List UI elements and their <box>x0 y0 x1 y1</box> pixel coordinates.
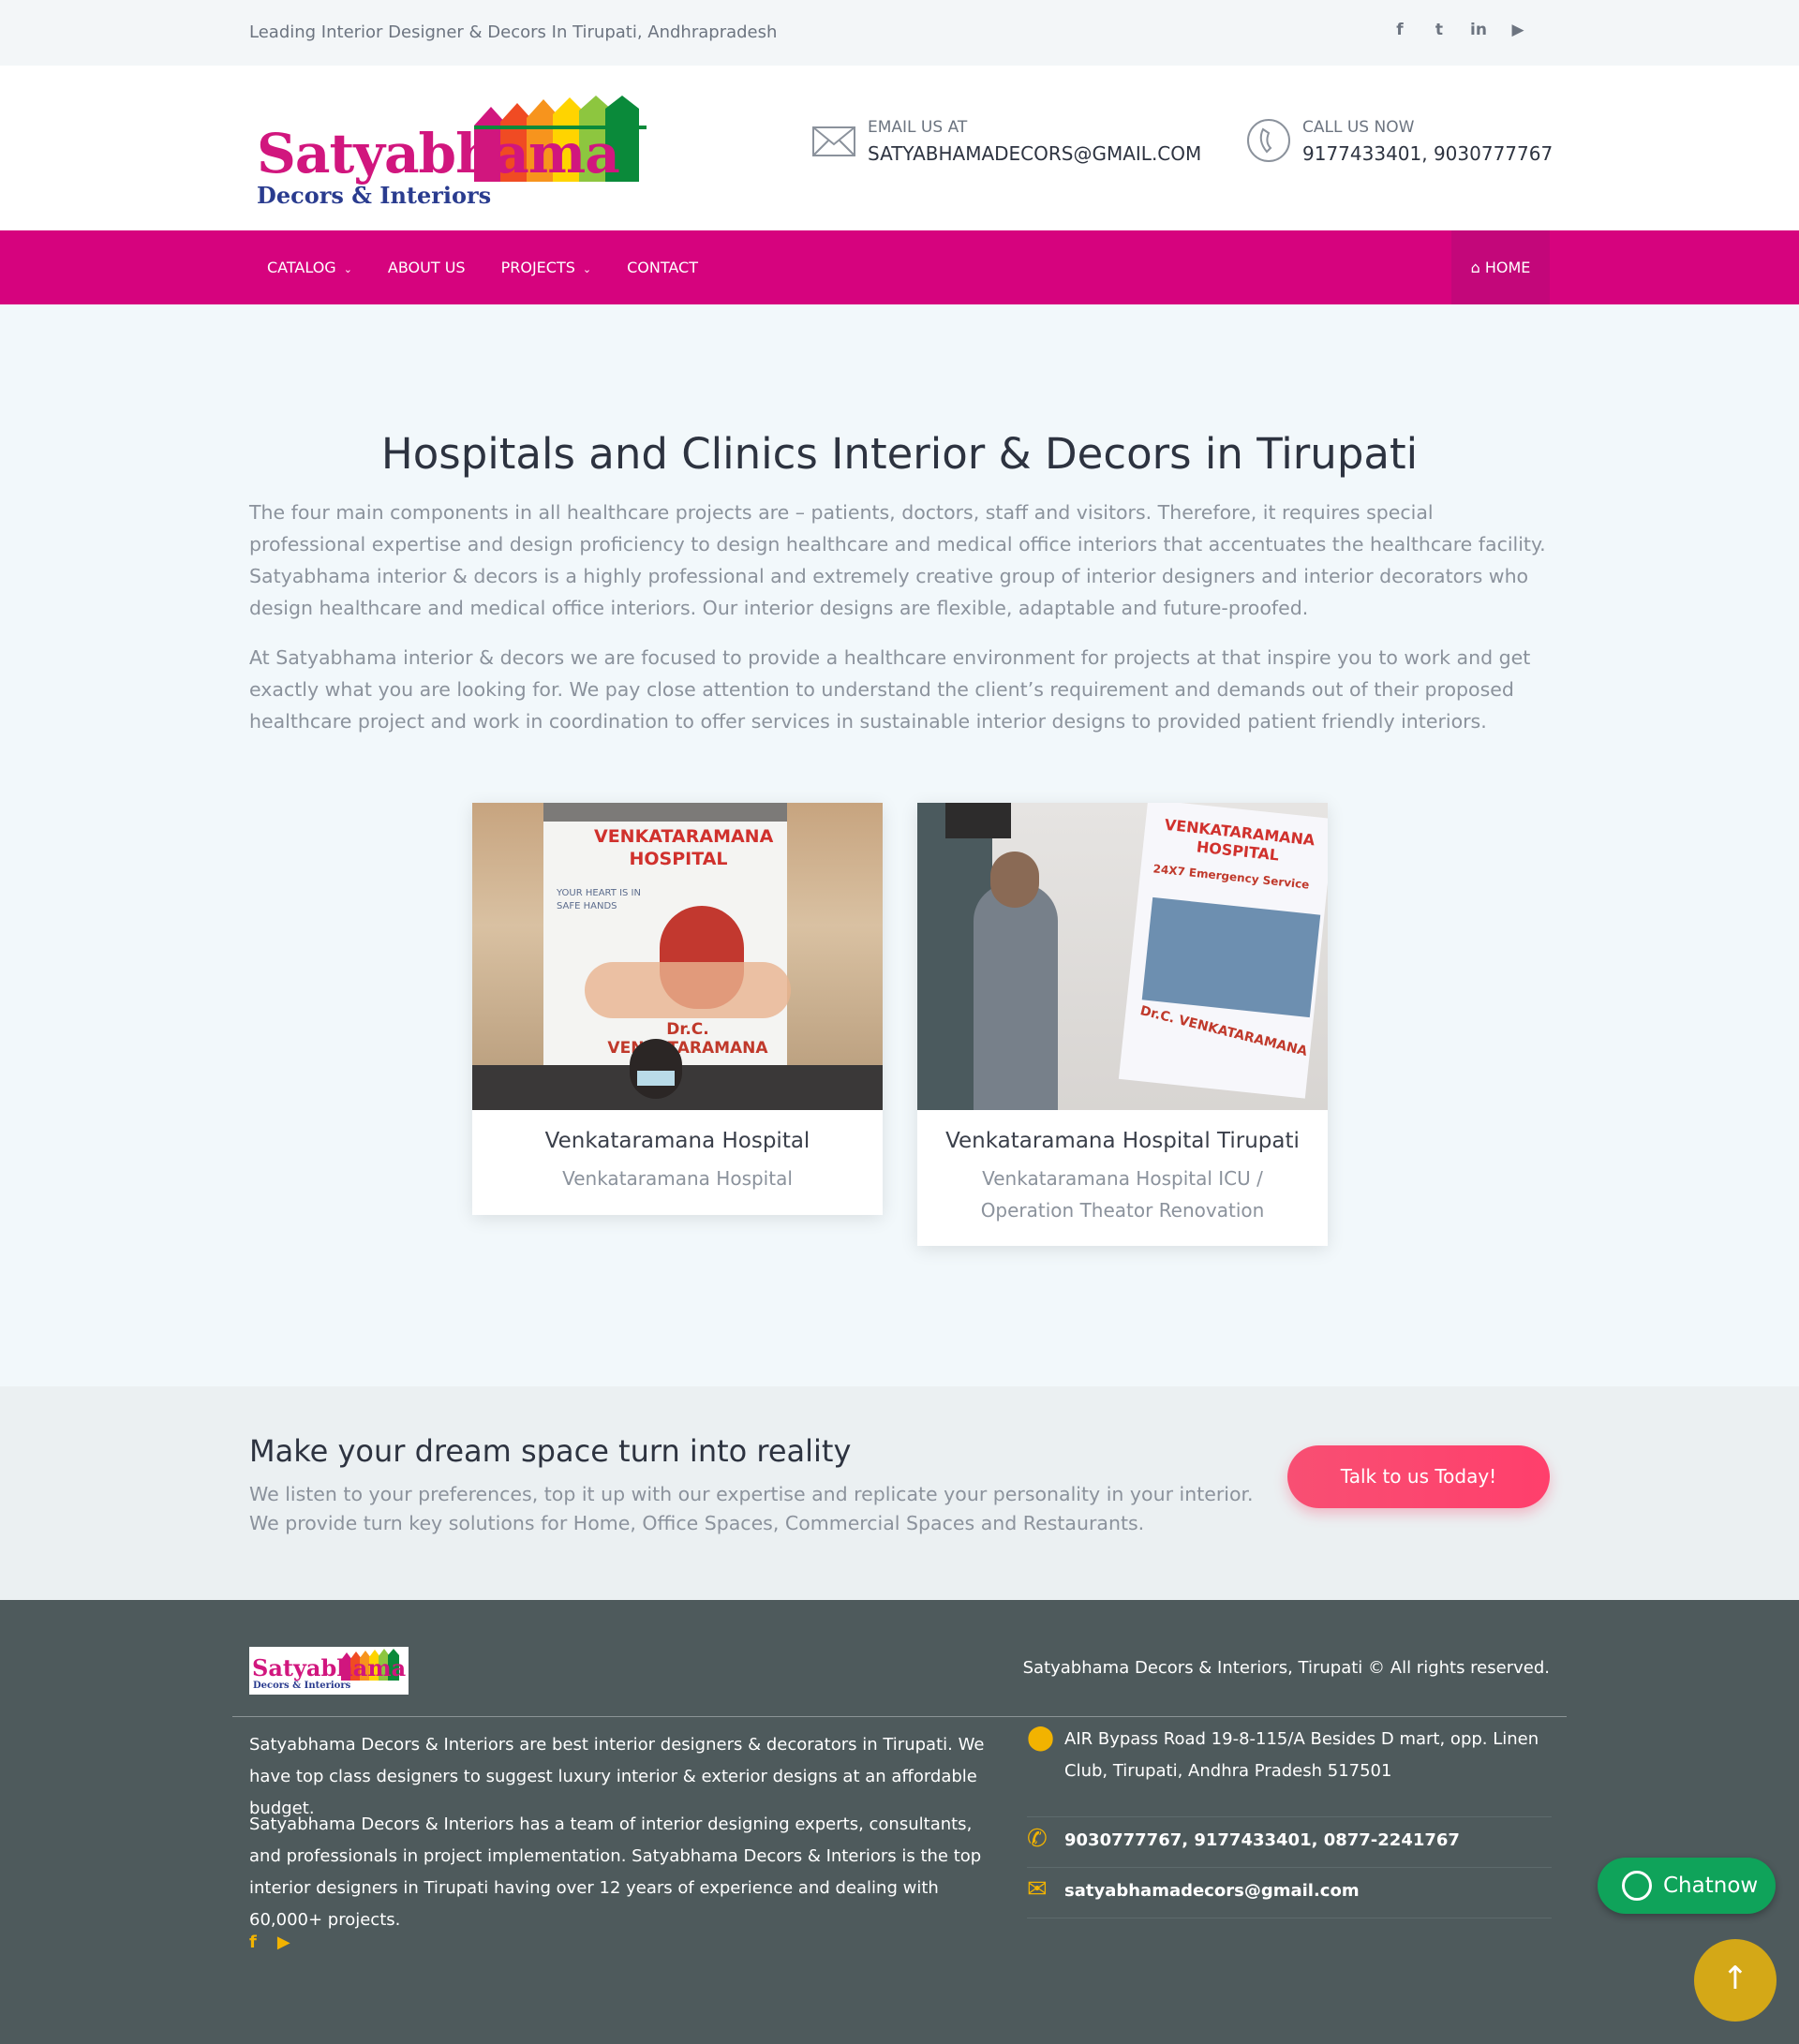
project-photo: VENKATARAMANA HOSPITAL YOUR HEART IS IN … <box>472 803 883 1110</box>
arrow-up-icon: ↑ <box>1721 1960 1749 1997</box>
footer-about-2: Satyabhama Decors & Interiors has a team… <box>249 1814 982 1930</box>
envelope-icon: ✉ <box>1027 1875 1048 1903</box>
footer-logo-subtitle: Decors & Interiors <box>253 1681 351 1691</box>
tagline: Leading Interior Designer & Decors In Ti… <box>249 22 778 42</box>
footer-social-links: f ▶ <box>249 1933 290 1952</box>
nav-item-contact[interactable]: CONTACT <box>609 230 716 304</box>
phone-icon: ✆ <box>1027 1825 1048 1853</box>
intro-paragraph: The four main components in all healthca… <box>249 501 1546 619</box>
project-card[interactable]: VENKATARAMANA HOSPITAL YOUR HEART IS IN … <box>472 803 883 1215</box>
facebook-icon[interactable]: f <box>1390 21 1409 39</box>
nav-item-projects[interactable]: PROJECTS ⌄ <box>483 230 610 304</box>
project-card[interactable]: VENKATARAMANA HOSPITAL 24X7 Emergency Se… <box>917 803 1328 1246</box>
call-value[interactable]: 9177433401, 9030777767 <box>1302 142 1553 165</box>
scroll-to-top-button[interactable]: ↑ <box>1694 1939 1777 2022</box>
youtube-icon[interactable]: ▶ <box>277 1933 290 1952</box>
footer-logo-name: Satyabhama <box>252 1654 407 1681</box>
youtube-icon[interactable]: ▶ <box>1509 21 1527 39</box>
logo-subtitle: Decors & Interiors <box>257 182 492 209</box>
footer-divider <box>232 1716 1567 1717</box>
facebook-icon[interactable]: f <box>249 1933 257 1952</box>
project-subtitle: Venkataramana Hospital <box>562 1167 793 1190</box>
phone-icon <box>1247 119 1290 162</box>
chevron-down-icon: ⌄ <box>582 263 592 275</box>
top-social-links: f t in ▶ <box>1390 21 1527 39</box>
cta-text: We listen to your preferences, top it up… <box>249 1480 1280 1538</box>
project-title[interactable]: Venkataramana Hospital Tirupati <box>917 1129 1328 1153</box>
cta-heading: Make your dream space turn into reality <box>249 1433 852 1469</box>
whatsapp-chat-button[interactable]: Chatnow <box>1598 1858 1776 1914</box>
focus-paragraph: At Satyabhama interior & decors we are f… <box>249 646 1531 733</box>
email-contact[interactable]: EMAIL US AT SATYABHAMADECORS@GMAIL.COM <box>811 118 1201 165</box>
logo-name: Satyabhama <box>257 122 620 185</box>
phones-text[interactable]: 9030777767, 9177433401, 0877-2241767 <box>1064 1825 1460 1857</box>
site-logo[interactable]: Satyabhama Decors & Interiors <box>253 96 654 209</box>
header: Satyabhama Decors & Interiors EMAIL US A… <box>0 66 1799 230</box>
map-marker-icon: ⬤ <box>1027 1724 1055 1752</box>
email-text[interactable]: satyabhamadecors@gmail.com <box>1064 1875 1360 1907</box>
call-label: CALL US NOW <box>1302 118 1415 137</box>
footer-address: ⬤ AIR Bypass Road 19-8-115/A Besides D m… <box>1027 1724 1552 1817</box>
address-text: AIR Bypass Road 19-8-115/A Besides D mar… <box>1064 1729 1539 1781</box>
project-title[interactable]: Venkataramana Hospital <box>472 1129 883 1153</box>
project-photo: VENKATARAMANA HOSPITAL 24X7 Emergency Se… <box>917 803 1328 1110</box>
envelope-icon <box>812 126 855 156</box>
footer-logo[interactable]: Satyabhama Decors & Interiors <box>249 1647 409 1695</box>
email-value[interactable]: SATYABHAMADECORS@GMAIL.COM <box>868 142 1201 165</box>
cta-line-2: We provide turn key solutions for Home, … <box>249 1512 1145 1534</box>
footer: Satyabhama Decors & Interiors Satyabhama… <box>0 1600 1799 2044</box>
nav-home-button[interactable]: ⌂ HOME <box>1451 230 1550 304</box>
whatsapp-icon <box>1622 1871 1652 1901</box>
cta-section: Make your dream space turn into reality … <box>0 1386 1799 1600</box>
linkedin-icon[interactable]: in <box>1469 21 1488 39</box>
footer-email: ✉ satyabhamadecors@gmail.com <box>1027 1875 1552 1918</box>
chevron-down-icon: ⌄ <box>343 263 352 275</box>
footer-phones: ✆ 9030777767, 9177433401, 0877-2241767 <box>1027 1825 1552 1868</box>
page-title: Hospitals and Clinics Interior & Decors … <box>380 429 1419 479</box>
home-icon: ⌂ <box>1470 259 1480 276</box>
project-subtitle: Venkataramana Hospital ICU / Operation T… <box>980 1167 1265 1222</box>
nav-item-about-us[interactable]: ABOUT US <box>370 230 483 304</box>
main-nav: CATALOG ⌄ ABOUT US PROJECTS ⌄ CONTACT ⌂ HO… <box>0 230 1799 304</box>
chat-label: Chatnow <box>1663 1874 1759 1898</box>
top-bar: Leading Interior Designer & Decors In Ti… <box>0 0 1799 66</box>
twitter-icon[interactable]: t <box>1430 21 1449 39</box>
home-label: HOME <box>1484 259 1531 276</box>
nav-item-catalog[interactable]: CATALOG ⌄ <box>249 230 370 304</box>
talk-to-us-button[interactable]: Talk to us Today! <box>1287 1445 1550 1508</box>
call-contact[interactable]: CALL US NOW 9177433401, 9030777767 <box>1246 118 1553 165</box>
cta-line-1: We listen to your preferences, top it up… <box>249 1483 1254 1505</box>
copyright: Satyabhama Decors & Interiors, Tirupati … <box>1022 1658 1550 1678</box>
email-label: EMAIL US AT <box>868 118 968 137</box>
